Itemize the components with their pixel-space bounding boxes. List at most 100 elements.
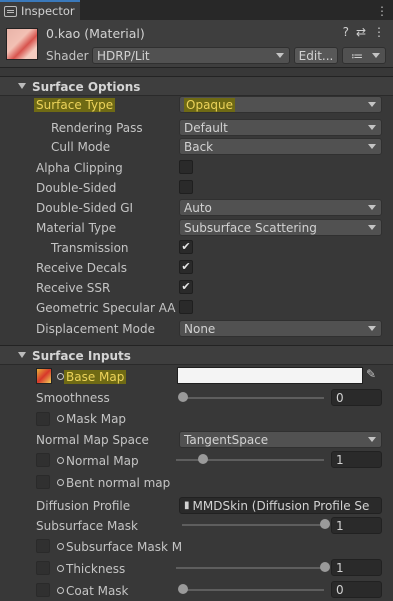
subsurface-mask-field[interactable]: 1 xyxy=(331,517,382,534)
diffusion-profile-label: Diffusion Profile xyxy=(36,499,131,513)
object-picker-icon[interactable] xyxy=(57,373,64,380)
mask-map-label: Mask Map xyxy=(66,412,127,426)
thickness-field[interactable]: 1 xyxy=(331,559,382,576)
thickness-slider-handle[interactable] xyxy=(320,562,330,572)
chevron-down-icon xyxy=(368,205,376,210)
smoothness-field[interactable]: 0 xyxy=(331,389,382,406)
surface-type-value: Opaque xyxy=(184,97,236,112)
subsurface-mask-label: Subsurface Mask xyxy=(36,519,138,533)
receive-decals-label: Receive Decals xyxy=(36,261,127,275)
displacement-mode-value: None xyxy=(184,321,216,336)
list-icon: ≔ xyxy=(351,48,363,63)
bent-normal-map-label: Bent normal map xyxy=(66,476,171,490)
double-sided-gi-label: Double-Sided GI xyxy=(36,201,134,215)
double-sided-gi-dropdown[interactable]: Auto xyxy=(179,199,382,216)
foldout-arrow-icon xyxy=(18,352,26,358)
diffusion-profile-value: MMDSkin (Diffusion Profile Se xyxy=(192,498,370,513)
inspector-icon xyxy=(4,5,17,17)
geometric-specular-aa-label: Geometric Specular AA xyxy=(36,301,176,315)
surface-options-header[interactable]: Surface Options xyxy=(0,76,393,96)
receive-decals-checkbox[interactable]: ✔ xyxy=(179,260,193,274)
alpha-clipping-checkbox[interactable] xyxy=(179,160,193,174)
chevron-down-icon xyxy=(372,53,380,58)
subsurface-mask-slider-handle[interactable] xyxy=(320,519,330,529)
smoothness-slider-handle[interactable] xyxy=(178,392,188,402)
rendering-pass-value: Default xyxy=(184,120,228,135)
chevron-down-icon xyxy=(276,53,284,58)
material-type-dropdown[interactable]: Subsurface Scattering xyxy=(179,219,382,236)
object-picker-icon[interactable] xyxy=(57,565,64,572)
geometric-specular-aa-checkbox[interactable] xyxy=(179,300,193,314)
chevron-down-icon xyxy=(368,144,376,149)
shader-options-dropdown[interactable]: ≔ xyxy=(342,47,386,64)
double-sided-gi-value: Auto xyxy=(184,200,212,215)
receive-ssr-label: Receive SSR xyxy=(36,281,111,295)
subsurface-mask-slider-track[interactable] xyxy=(182,524,324,526)
thickness-label: Thickness xyxy=(66,562,126,576)
receive-ssr-checkbox[interactable]: ✔ xyxy=(179,280,193,294)
base-map-color-field[interactable] xyxy=(177,367,363,384)
coat-mask-slider-track[interactable] xyxy=(182,589,324,591)
object-picker-icon[interactable] xyxy=(57,415,64,422)
material-name: 0.kao (Material) xyxy=(46,26,145,41)
eyedropper-icon[interactable]: ✎ xyxy=(366,367,382,384)
surface-inputs-header[interactable]: Surface Inputs xyxy=(0,345,393,365)
double-sided-checkbox[interactable] xyxy=(179,180,193,194)
base-map-thumbnail[interactable] xyxy=(36,368,52,384)
chevron-down-icon xyxy=(368,225,376,230)
cull-mode-value: Back xyxy=(184,139,214,154)
chevron-down-icon xyxy=(368,437,376,442)
subsurface-mask-map-label: Subsurface Mask M xyxy=(66,540,183,554)
cull-mode-label: Cull Mode xyxy=(51,140,111,154)
preset-icon[interactable]: ⇄ xyxy=(356,25,366,39)
coat-mask-field[interactable]: 0 xyxy=(331,581,382,598)
tab-label: Inspector xyxy=(21,4,75,18)
base-map-label: Base Map xyxy=(64,370,127,384)
mask-map-slot[interactable] xyxy=(36,412,50,426)
help-icon[interactable]: ? xyxy=(343,25,349,39)
material-type-value: Subsurface Scattering xyxy=(184,220,317,235)
coat-mask-map-slot[interactable] xyxy=(36,583,50,597)
surface-type-dropdown[interactable]: Opaque xyxy=(179,96,382,113)
subsurface-mask-map-slot[interactable] xyxy=(36,539,50,553)
transmission-checkbox[interactable]: ✔ xyxy=(179,240,193,254)
header-icons: ? ⇄ ⋮ xyxy=(343,25,385,39)
bent-normal-map-slot[interactable] xyxy=(36,475,50,489)
smoothness-slider-track[interactable] xyxy=(182,397,324,399)
rendering-pass-label: Rendering Pass xyxy=(51,121,143,135)
chevron-down-icon xyxy=(368,326,376,331)
transmission-label: Transmission xyxy=(51,241,129,255)
smoothness-label: Smoothness xyxy=(36,391,110,405)
normal-map-label: Normal Map xyxy=(66,454,139,468)
tab-menu-icon[interactable]: ⋮ xyxy=(376,4,388,18)
normal-map-slot[interactable] xyxy=(36,453,50,467)
rendering-pass-dropdown[interactable]: Default xyxy=(179,119,382,136)
normal-map-space-dropdown[interactable]: TangentSpace xyxy=(179,431,382,448)
diffusion-profile-field[interactable]: ▮ MMDSkin (Diffusion Profile Se xyxy=(179,497,382,514)
coat-mask-slider-handle[interactable] xyxy=(178,584,188,594)
object-picker-icon[interactable] xyxy=(57,587,64,594)
edit-shader-button[interactable]: Edit... xyxy=(294,47,338,64)
object-picker-icon[interactable] xyxy=(57,457,64,464)
coat-mask-label: Coat Mask xyxy=(66,584,129,598)
inspector-tabbar: Inspector ⋮ xyxy=(0,0,393,20)
normal-map-space-value: TangentSpace xyxy=(184,432,269,447)
shader-dropdown[interactable]: HDRP/Lit xyxy=(92,47,290,64)
displacement-mode-dropdown[interactable]: None xyxy=(179,320,382,337)
object-picker-icon[interactable] xyxy=(57,543,64,550)
section-title: Surface Options xyxy=(32,80,141,94)
more-options-icon[interactable]: ⋮ xyxy=(373,25,385,39)
chevron-down-icon xyxy=(368,125,376,130)
tab-inspector[interactable]: Inspector xyxy=(0,0,80,20)
alpha-clipping-label: Alpha Clipping xyxy=(36,161,123,175)
cull-mode-dropdown[interactable]: Back xyxy=(179,138,382,155)
displacement-mode-label: Displacement Mode xyxy=(36,322,156,336)
double-sided-label: Double-Sided xyxy=(36,181,117,195)
normal-map-field[interactable]: 1 xyxy=(331,451,382,468)
thickness-map-slot[interactable] xyxy=(36,561,50,575)
object-picker-icon[interactable] xyxy=(57,479,64,486)
thickness-slider-track[interactable] xyxy=(176,567,324,569)
diffusion-profile-asset-icon: ▮ xyxy=(184,500,190,511)
shader-value: HDRP/Lit xyxy=(97,48,150,63)
normal-map-slider-handle[interactable] xyxy=(197,454,208,464)
